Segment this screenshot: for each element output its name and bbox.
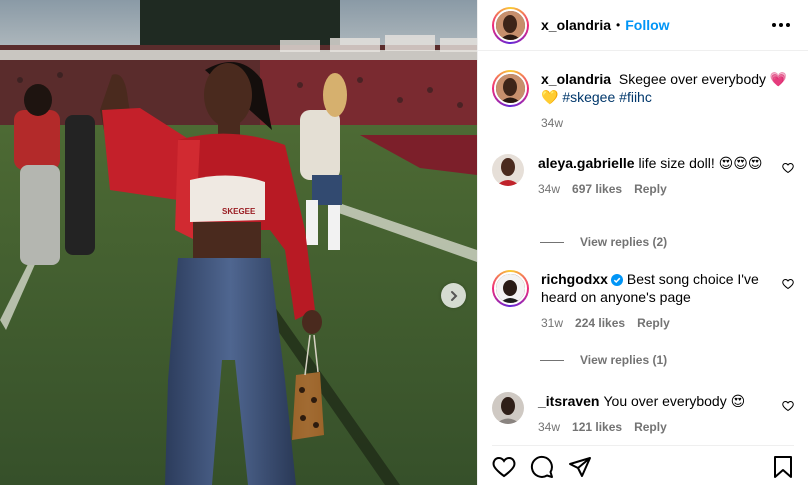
view-replies-button[interactable]: View replies (1) — [540, 353, 667, 367]
post-actions — [492, 445, 794, 481]
commenter-avatar[interactable] — [492, 270, 529, 307]
view-replies-label: View replies (1) — [580, 353, 668, 367]
separator-dot: • — [616, 18, 621, 32]
commenter-avatar[interactable] — [492, 154, 524, 186]
comment-likes[interactable]: 697 likes — [572, 180, 622, 198]
comment-heart-icon[interactable] — [782, 400, 794, 412]
comment-item: aleya.gabrielle life size doll! 😍😍😍 34w 6… — [492, 154, 794, 198]
save-button[interactable] — [772, 455, 794, 479]
share-button[interactable] — [568, 455, 592, 479]
view-replies-label: View replies (2) — [580, 235, 668, 249]
bookmark-icon — [774, 455, 792, 478]
chevron-right-icon — [450, 290, 457, 301]
paper-plane-icon — [569, 456, 591, 477]
heart-icon — [492, 456, 516, 477]
caption-avatar[interactable] — [492, 70, 529, 107]
comment-item: richgodxx Best song choice I've heard on … — [492, 270, 794, 332]
comment-username[interactable]: aleya.gabrielle — [538, 155, 635, 171]
caption-age: 34w — [541, 116, 564, 130]
caption: x_olandria Skegee over everybody 💗💛 #ske… — [492, 70, 794, 132]
like-button[interactable] — [492, 455, 516, 479]
comments-list[interactable]: x_olandria Skegee over everybody 💗💛 #ske… — [478, 58, 808, 438]
comment-age: 34w — [538, 182, 561, 196]
comment-age: 34w — [538, 420, 561, 434]
photo-scene: SKEGEE — [0, 0, 477, 485]
author-username[interactable]: x_olandria — [541, 17, 611, 33]
caption-text: Skegee over everybody — [618, 71, 767, 87]
comment-text: You over everybody 😍 — [603, 393, 746, 409]
view-replies-button[interactable]: View replies (2) — [540, 235, 667, 249]
comment-item: _itsraven You over everybody 😍 34w 121 li… — [492, 392, 794, 436]
author-avatar[interactable] — [492, 6, 529, 44]
hashtag-skegee[interactable]: #skegee — [562, 89, 615, 105]
post-header: x_olandria • Follow — [478, 0, 808, 51]
comment-username[interactable]: _itsraven — [538, 393, 599, 409]
reply-button[interactable]: Reply — [634, 418, 667, 436]
next-photo-button[interactable] — [441, 283, 466, 308]
reply-button[interactable]: Reply — [634, 180, 667, 198]
post-sidebar: x_olandria • Follow x_olandria Skegee ov… — [477, 0, 808, 485]
post-photo[interactable]: SKEGEE — [0, 0, 477, 485]
shirt-text: SKEGEE — [222, 207, 256, 216]
more-dots-icon — [772, 23, 776, 27]
comment-button[interactable] — [530, 455, 554, 479]
comment-likes[interactable]: 224 likes — [575, 314, 625, 332]
comment-heart-icon[interactable] — [782, 162, 794, 174]
comment-likes[interactable]: 121 likes — [572, 418, 622, 436]
hashtag-fiihc[interactable]: #fiihc — [619, 89, 652, 105]
reply-button[interactable]: Reply — [637, 314, 670, 332]
verified-badge-icon — [610, 274, 623, 286]
comment-text: life size doll! 😍😍😍 — [638, 155, 763, 171]
comment-bubble-icon — [530, 455, 553, 478]
comment-username[interactable]: richgodxx — [541, 271, 608, 287]
caption-username[interactable]: x_olandria — [541, 71, 611, 87]
follow-button[interactable]: Follow — [625, 17, 669, 33]
comment-age: 31w — [541, 316, 564, 330]
more-options-button[interactable] — [768, 19, 794, 31]
comment-heart-icon[interactable] — [782, 278, 794, 290]
commenter-avatar[interactable] — [492, 392, 524, 424]
